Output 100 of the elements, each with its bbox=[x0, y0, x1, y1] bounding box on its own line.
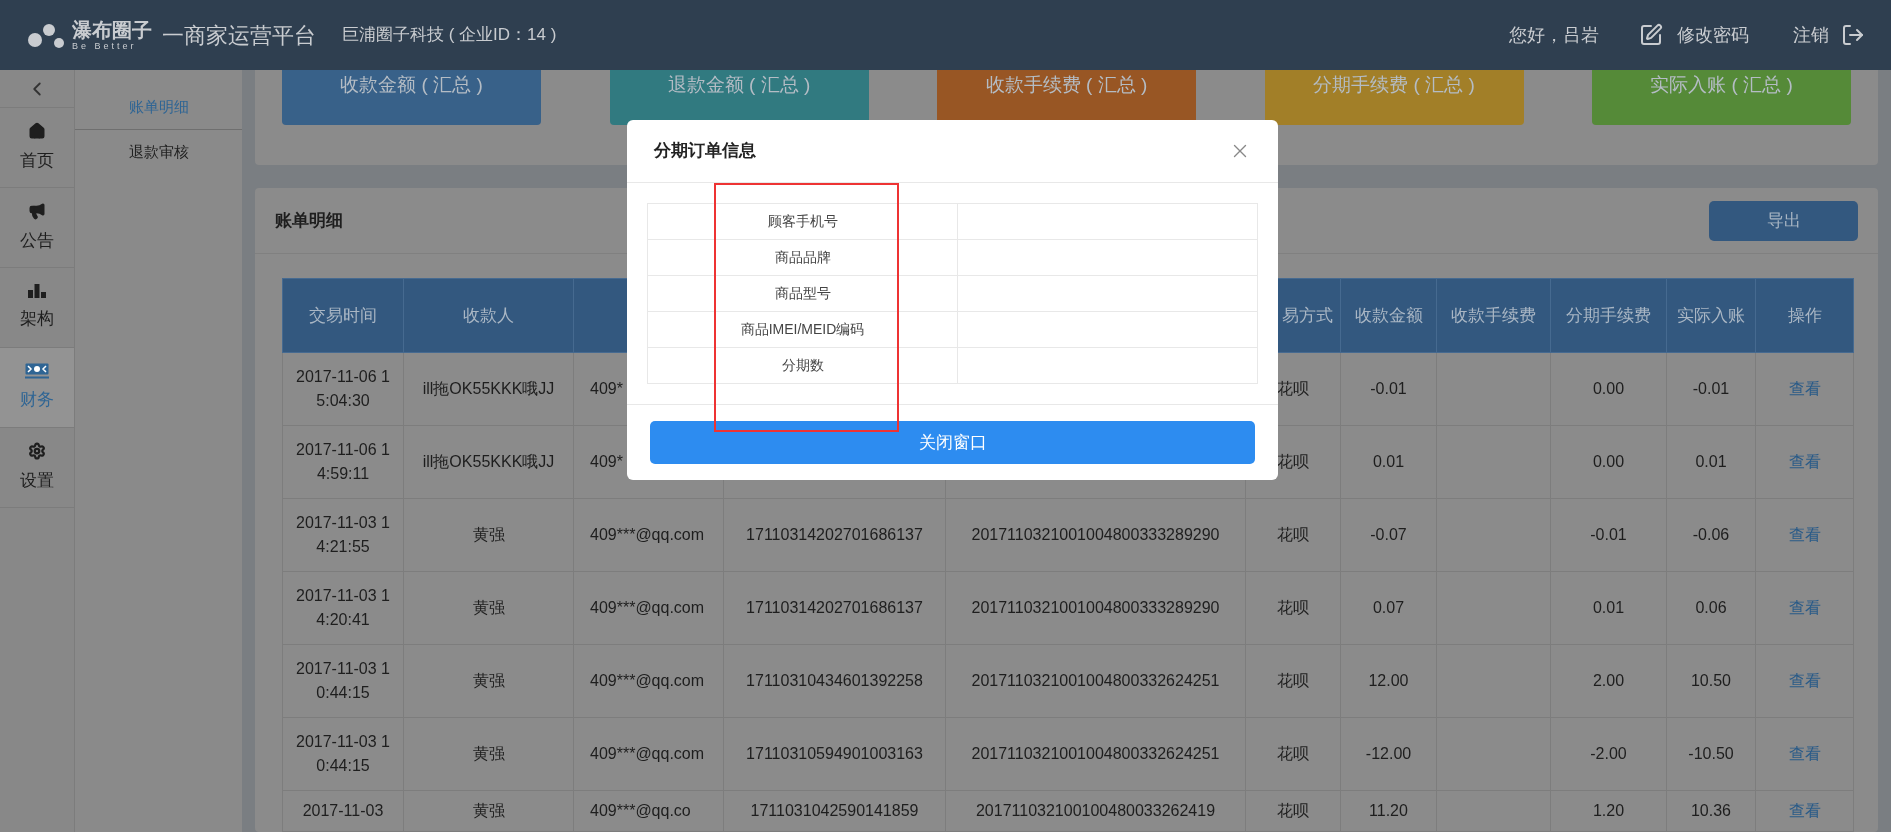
table-cell: 17110314202701686137 bbox=[746, 526, 923, 543]
view-link[interactable]: 查看 bbox=[1788, 453, 1821, 470]
company-name: 巨浦圈子科技 ( 企业ID：14 ) bbox=[342, 24, 557, 47]
view-link[interactable]: 查看 bbox=[1788, 380, 1821, 397]
table-cell: 409***@qq.co bbox=[590, 802, 691, 819]
table-cell: 409* bbox=[590, 453, 623, 470]
table-cell: 10.50 bbox=[1690, 672, 1731, 689]
table-cell: 黄强 bbox=[472, 672, 505, 689]
table-cell: 1711031042590141859 bbox=[750, 802, 919, 819]
column-header: 易方式 bbox=[1282, 305, 1333, 325]
table-cell: 409***@qq.com bbox=[590, 745, 705, 762]
table-cell: 2017-11-03 10:44:15 bbox=[296, 733, 390, 774]
table-cell: 409* bbox=[590, 380, 623, 397]
table-cell: 2017110321001004800332624251 bbox=[971, 672, 1220, 689]
summary-card[interactable]: 分期手续费 ( 汇总 ) bbox=[1264, 70, 1524, 125]
table-cell: 0.06 bbox=[1695, 599, 1727, 616]
table-cell: -2.00 bbox=[1590, 745, 1627, 762]
view-link[interactable]: 查看 bbox=[1788, 599, 1821, 616]
field-label: 商品IMEI/MEID编码 bbox=[740, 321, 865, 337]
submenu-item[interactable]: 退款审核 bbox=[75, 130, 242, 174]
column-header: 操作 bbox=[1787, 305, 1822, 325]
settings-icon bbox=[28, 441, 46, 460]
table-cell: ill拖OK55KKK哦JJ bbox=[422, 453, 555, 470]
summary-card[interactable]: 实际入账 ( 汇总 ) bbox=[1592, 70, 1851, 125]
table-cell: 11.20 bbox=[1369, 802, 1408, 819]
table-cell: 0.01 bbox=[1372, 453, 1405, 470]
table-cell: 黄强 bbox=[472, 745, 505, 762]
table-cell: 2.00 bbox=[1592, 672, 1625, 689]
table-cell: 黄强 bbox=[472, 526, 505, 543]
table-cell: 黄强 bbox=[472, 802, 505, 819]
summary-card[interactable]: 退款金额 ( 汇总 ) bbox=[609, 70, 869, 125]
megaphone-icon bbox=[28, 201, 46, 220]
greeting: 您好，吕岩 bbox=[1509, 23, 1599, 47]
field-label: 商品品牌 bbox=[774, 249, 831, 265]
table-cell: 1.20 bbox=[1592, 802, 1625, 819]
table-cell: -0.01 bbox=[1370, 380, 1407, 397]
table-cell: 花呗 bbox=[1277, 380, 1309, 397]
table-cell: 17110310594901003163 bbox=[746, 745, 923, 762]
banknote-icon bbox=[25, 362, 49, 379]
logo-text: 瀑布圈子 bbox=[72, 19, 152, 40]
table-cell: 2017-11-03 bbox=[302, 802, 384, 819]
view-link[interactable]: 查看 bbox=[1788, 672, 1821, 689]
nav-item[interactable]: 财务 bbox=[0, 348, 74, 428]
column-header: 交易时间 bbox=[309, 305, 377, 325]
column-header: 收款人 bbox=[463, 305, 514, 325]
table-cell: 花呗 bbox=[1277, 745, 1309, 762]
table-cell: 0.00 bbox=[1592, 453, 1625, 470]
platform-title: 一商家运营平台 bbox=[162, 21, 316, 50]
table-cell: 2017110321001004800332624251 bbox=[971, 745, 1220, 762]
view-link[interactable]: 查看 bbox=[1788, 802, 1821, 819]
table-cell: 0.00 bbox=[1592, 380, 1625, 397]
table-cell: 0.01 bbox=[1592, 599, 1625, 616]
table-cell: 2017-11-03 14:21:55 bbox=[296, 514, 390, 555]
table-cell: 2017-11-06 15:04:30 bbox=[296, 368, 390, 409]
table-cell: 2017-11-03 14:20:41 bbox=[296, 587, 390, 628]
table-cell: 0.07 bbox=[1372, 599, 1405, 616]
table-cell: -12.00 bbox=[1365, 745, 1412, 762]
table-cell: 409***@qq.com bbox=[590, 599, 705, 616]
table-cell: 409***@qq.com bbox=[590, 672, 705, 689]
table-cell: ill拖OK55KKK哦JJ bbox=[422, 380, 555, 397]
field-label: 分期数 bbox=[781, 357, 824, 373]
table-cell: -0.07 bbox=[1370, 526, 1407, 543]
table-cell: 17110310434601392258 bbox=[746, 672, 923, 689]
table-cell: 2017-11-03 10:44:15 bbox=[296, 660, 390, 701]
table-cell: 黄强 bbox=[472, 599, 505, 616]
table-cell: 17110314202701686137 bbox=[746, 599, 923, 616]
table-cell: 花呗 bbox=[1277, 526, 1309, 543]
table-cell: 2017-11-06 14:59:11 bbox=[296, 441, 390, 482]
export-button[interactable]: 导出 bbox=[1709, 200, 1858, 241]
table-cell: -10.50 bbox=[1688, 745, 1734, 762]
table-cell: 0.01 bbox=[1695, 453, 1727, 470]
column-header: 收款金额 bbox=[1354, 305, 1423, 325]
table-cell: -0.06 bbox=[1692, 526, 1730, 543]
table-cell: -0.01 bbox=[1692, 380, 1730, 397]
table-cell: 201711032100100480033262419 bbox=[975, 802, 1216, 819]
view-link[interactable]: 查看 bbox=[1788, 526, 1821, 543]
view-link[interactable]: 查看 bbox=[1788, 745, 1821, 762]
table-cell: 409***@qq.com bbox=[590, 526, 705, 543]
table-cell: 花呗 bbox=[1277, 672, 1309, 689]
field-label: 顾客手机号 bbox=[767, 213, 838, 229]
logo-subtitle: Be Better bbox=[72, 41, 138, 51]
logout-icon bbox=[1841, 23, 1865, 47]
panel-title: 账单明细 bbox=[275, 209, 343, 232]
dialog-title: 分期订单信息 bbox=[654, 140, 756, 163]
table-cell: 花呗 bbox=[1277, 453, 1309, 470]
table-cell: 10.36 bbox=[1690, 802, 1731, 819]
table-cell: 花呗 bbox=[1277, 802, 1309, 819]
close-window-button[interactable]: 关闭窗口 bbox=[650, 421, 1255, 464]
table-cell: 2017110321001004800333289290 bbox=[971, 599, 1220, 616]
table-cell: 2017110321001004800333289290 bbox=[971, 526, 1220, 543]
edit-icon bbox=[1639, 23, 1663, 47]
table-cell: -0.01 bbox=[1590, 526, 1627, 543]
submenu-item[interactable]: 账单明细 bbox=[75, 86, 242, 130]
column-header: 收款手续费 bbox=[1451, 305, 1536, 325]
home-icon bbox=[28, 121, 46, 140]
logout-link[interactable]: 注销 bbox=[1793, 21, 1829, 49]
change-password-link[interactable]: 修改密码 bbox=[1677, 21, 1749, 49]
field-label: 商品型号 bbox=[774, 285, 831, 301]
summary-card[interactable]: 收款金额 ( 汇总 ) bbox=[282, 70, 541, 125]
table-cell: 12.00 bbox=[1368, 672, 1409, 689]
